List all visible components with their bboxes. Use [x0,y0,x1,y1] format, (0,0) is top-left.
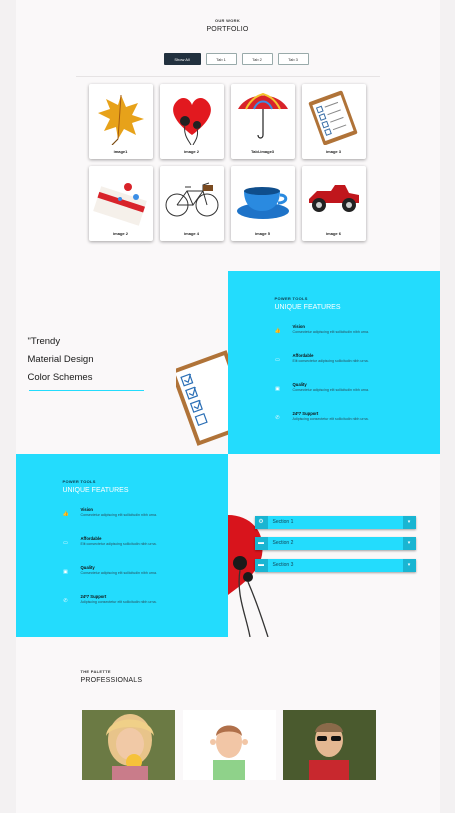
chevron-down-icon[interactable]: ▾ [402,537,416,550]
features-eyebrow: POWER TOOLS [274,296,308,301]
accordion-section-1[interactable]: ⚙ Section 1 ▾ [254,516,416,529]
professional-photo-3[interactable] [282,710,376,780]
portfolio-title: PORTFOLIO [206,26,249,33]
promo-line-2: Material Design [27,354,94,365]
card-caption: image 2 [184,149,199,154]
teacup-image [236,187,289,219]
money-icon: ▭ [275,357,280,363]
bicycle-image [165,182,218,217]
features-panel-left: POWER TOOLS UNIQUE FEATURES 👍 Vision Con… [15,454,228,637]
tab-3[interactable]: Tab 3 [277,53,309,65]
money-icon: ▭ [63,540,68,546]
portfolio-tabs: Show All Tab 1 Tab 2 Tab 3 [163,53,309,65]
professional-photo-2[interactable] [182,710,276,780]
person-avatar-1 [81,710,175,780]
feature-desc: Consectetur adipiscing elit sollicitudin… [292,330,370,334]
chevron-down-icon[interactable]: ▾ [402,516,416,529]
chevron-down-icon[interactable]: ▾ [402,559,416,572]
autumn-leaf-image [97,94,144,145]
image-icon: ▣ [275,386,280,392]
divider [75,76,380,77]
card-caption: image 6 [326,231,341,236]
portfolio-card[interactable]: image 3 [301,84,366,159]
thumbs-up-icon: 👍 [274,328,281,334]
palette-title: PROFESSIONALS [80,677,143,684]
card-caption: Tabl-image3 [250,149,275,154]
person-avatar-2 [182,710,276,780]
heart-earphones-image [172,98,211,145]
accordion-section-3[interactable]: ▬ Section 3 ▾ [254,559,416,572]
feature-desc: Adipiscing consectetur elit sollicitudin… [292,417,369,421]
envelope-pins-image [92,183,147,226]
portfolio-card[interactable]: image 2 [88,166,153,241]
card-caption: image1 [113,149,128,154]
palette-eyebrow: THE PALETTE [80,669,111,674]
tab-2[interactable]: Tab 2 [241,53,273,65]
checklist-clipboard-image [175,350,228,446]
phone-icon: ✆ [275,415,280,421]
tab-show-all[interactable]: Show All [163,53,201,65]
feature-desc: Elit consectetur adipiscing sollicitudin… [80,542,157,546]
feature-desc: Consectetur adipiscing elit sollicitudin… [80,571,158,575]
gear-icon: ⚙ [254,516,268,529]
phone-icon: ✆ [63,598,68,604]
thumbs-up-icon: 👍 [62,511,69,517]
person-avatar-3 [282,710,376,780]
promo-line-3: Color Schemes [27,372,93,383]
promo-line-1: "Trendy [27,336,61,347]
professional-photo-1[interactable] [81,710,175,780]
checklist-clipboard-image [308,90,357,145]
accordion-label: Section 3 [272,562,294,568]
features-title: UNIQUE FEATURES [274,304,341,311]
card-caption: image 3 [326,149,341,154]
accordion-label: Section 1 [272,519,294,525]
feature-desc: Elit consectetur adipiscing sollicitudin… [292,359,369,363]
vintage-car-image [308,185,359,212]
folder-icon: ▬ [254,537,268,550]
tab-1[interactable]: Tab 1 [205,53,237,65]
portfolio-eyebrow: OUR WORK [214,18,241,23]
umbrella-image [237,92,288,139]
features-eyebrow: POWER TOOLS [62,479,96,484]
promo-underline [28,390,144,391]
card-caption: image 4 [184,231,199,236]
portfolio-card[interactable]: Tabl-image3 [230,84,295,159]
feature-desc: Adipiscing consectetur elit sollicitudin… [80,600,157,604]
promo-text: "Trendy Material Design Color Schemes [28,333,94,387]
page: OUR WORK PORTFOLIO Show All Tab 1 Tab 2 … [15,0,440,813]
heart-earphones-image [227,515,269,637]
folder-icon: ▬ [254,559,268,572]
feature-desc: Consectetur adipiscing elit sollicitudin… [292,388,370,392]
feature-desc: Consectetur adipiscing elit sollicitudin… [80,513,158,517]
features-panel-right: POWER TOOLS UNIQUE FEATURES 👍 Vision Con… [227,271,440,454]
card-caption: image 2 [113,231,128,236]
image-icon: ▣ [63,569,68,575]
portfolio-card[interactable]: image 4 [159,166,224,241]
portfolio-card[interactable]: image 5 [230,166,295,241]
accordion-section-2[interactable]: ▬ Section 2 ▾ [254,537,416,550]
card-caption: image 5 [255,231,270,236]
features-title: UNIQUE FEATURES [62,487,129,494]
portfolio-card[interactable]: image 2 [159,84,224,159]
portfolio-card[interactable]: image1 [88,84,153,159]
portfolio-card[interactable]: image 6 [301,166,366,241]
accordion-label: Section 2 [272,540,294,546]
